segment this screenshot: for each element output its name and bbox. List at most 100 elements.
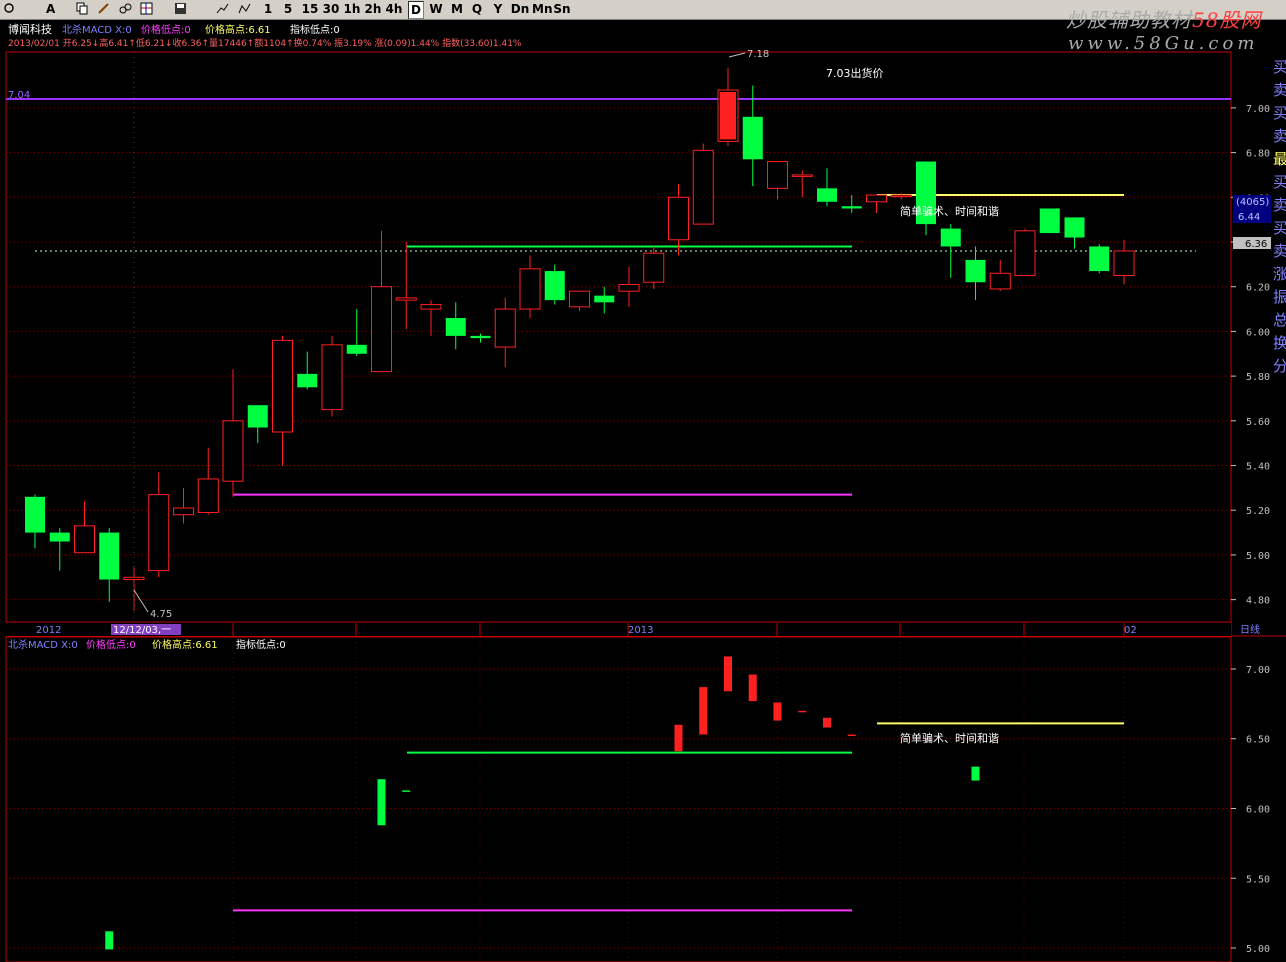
candle-body xyxy=(965,259,986,283)
indicator-bar xyxy=(402,790,411,792)
trough-pointer xyxy=(133,589,149,613)
y-tick-label: 7.00 xyxy=(1246,665,1270,676)
candle xyxy=(272,335,293,466)
candle xyxy=(594,286,615,314)
right-info-char: 分 xyxy=(1273,357,1286,375)
candle-body xyxy=(544,271,565,301)
candle xyxy=(74,501,95,554)
y-tick-label: 5.00 xyxy=(1246,551,1270,562)
date-label: 2013 xyxy=(628,625,653,636)
candle xyxy=(717,67,739,146)
candle xyxy=(817,168,837,207)
candle-body xyxy=(594,295,615,303)
candle xyxy=(692,143,714,225)
candle xyxy=(1014,228,1036,277)
candle-body-fill xyxy=(720,92,736,140)
y-tick-label: 5.20 xyxy=(1246,506,1270,517)
candle-body xyxy=(321,344,343,411)
candle xyxy=(569,290,590,312)
lower-low-label: 价格低点:0 xyxy=(86,638,136,651)
indicator-bar-series[interactable] xyxy=(105,656,980,950)
price-low-label: 价格低点:0 xyxy=(141,23,191,36)
candle-body xyxy=(940,228,961,247)
y-tick-label: 6.00 xyxy=(1246,327,1270,338)
price-chart-canvas[interactable]: 博闻科技 北杀MACD X:0 价格低点:0 价格高点:6.61 指标低点:0 … xyxy=(0,0,1286,962)
y-tick-label: 6.50 xyxy=(1246,735,1270,746)
candle xyxy=(1064,217,1085,249)
indicator-bar xyxy=(847,734,856,737)
upper-level-lines xyxy=(6,97,1231,496)
volume-tag: (4065) xyxy=(1236,197,1269,208)
indicator-bar xyxy=(773,702,782,721)
candle xyxy=(544,264,565,305)
indicator-bar xyxy=(377,779,386,826)
candle xyxy=(148,472,170,578)
peak-label: 7.18 xyxy=(747,49,769,60)
candle-body xyxy=(99,532,120,580)
right-info-column: 买卖买卖最买卖买卖涨振总换分 xyxy=(1273,58,1286,375)
right-info-char: 卖 xyxy=(1273,242,1286,260)
indicator-bar xyxy=(674,724,683,752)
candle xyxy=(470,333,491,343)
candle-body xyxy=(668,196,689,241)
y-tick-label: 6.00 xyxy=(1246,804,1270,815)
right-info-char: 买 xyxy=(1273,219,1286,237)
candlestick-series[interactable] xyxy=(25,52,1135,622)
lower-deception-note: 简单骗术、时间和谐 xyxy=(900,731,999,745)
candle xyxy=(395,242,417,330)
candle-body xyxy=(346,344,367,354)
candle-body xyxy=(989,272,1011,290)
period-mode-label[interactable]: 日线 xyxy=(1240,623,1260,636)
indicator-name: 北杀MACD X:0 xyxy=(62,23,132,36)
candle-body xyxy=(569,290,590,308)
candle-body xyxy=(890,194,912,198)
candle-body xyxy=(767,161,788,189)
candle-body xyxy=(841,206,862,209)
right-info-char: 买 xyxy=(1273,104,1286,122)
candle xyxy=(965,246,986,301)
y-tick-label: 4.80 xyxy=(1246,596,1270,607)
candle-body xyxy=(445,318,466,336)
y-tick-label: 5.40 xyxy=(1246,462,1270,473)
right-info-char: 涨 xyxy=(1273,265,1286,283)
lower-grid xyxy=(6,637,1231,962)
y-tick-label: 6.80 xyxy=(1246,149,1270,160)
candle-body xyxy=(74,525,95,554)
lower-panel-border xyxy=(5,636,1232,962)
candle xyxy=(519,255,541,318)
candle xyxy=(247,405,268,444)
right-info-char: 买 xyxy=(1273,58,1286,76)
upper-price-axis: 4.805.005.205.405.605.806.006.206.406.60… xyxy=(1231,104,1270,607)
candle xyxy=(297,351,318,390)
candle-body xyxy=(519,268,541,310)
indicator-bar xyxy=(823,717,831,728)
candle-body xyxy=(222,420,244,482)
candle xyxy=(866,194,887,213)
right-info-char: 卖 xyxy=(1273,127,1286,145)
right-info-char: 卖 xyxy=(1273,196,1286,214)
date-axis-bar xyxy=(6,623,1231,636)
candle xyxy=(989,259,1011,292)
candle xyxy=(1089,244,1110,274)
candle-body xyxy=(866,194,887,203)
lower-panel-frame xyxy=(5,636,1232,962)
candle xyxy=(494,297,516,368)
candle xyxy=(321,335,343,417)
candle xyxy=(197,447,219,515)
candle-body xyxy=(297,373,318,388)
date-label: 2012 xyxy=(36,625,61,636)
candle-body xyxy=(25,496,45,533)
peak-pointer xyxy=(728,52,746,58)
candle xyxy=(99,528,120,602)
candle xyxy=(618,266,640,307)
candle xyxy=(445,302,466,350)
lower-high-label: 价格高点:6.61 xyxy=(152,638,218,651)
candle xyxy=(668,183,689,256)
right-info-char: 换 xyxy=(1273,334,1286,352)
candle xyxy=(25,494,45,549)
y-tick-label: 5.00 xyxy=(1246,944,1270,955)
candle-body xyxy=(643,252,665,283)
price-high-label: 价格高点:6.61 xyxy=(205,23,271,36)
y-tick-label: 5.50 xyxy=(1246,874,1270,885)
y-tick-label: 5.60 xyxy=(1246,417,1270,428)
